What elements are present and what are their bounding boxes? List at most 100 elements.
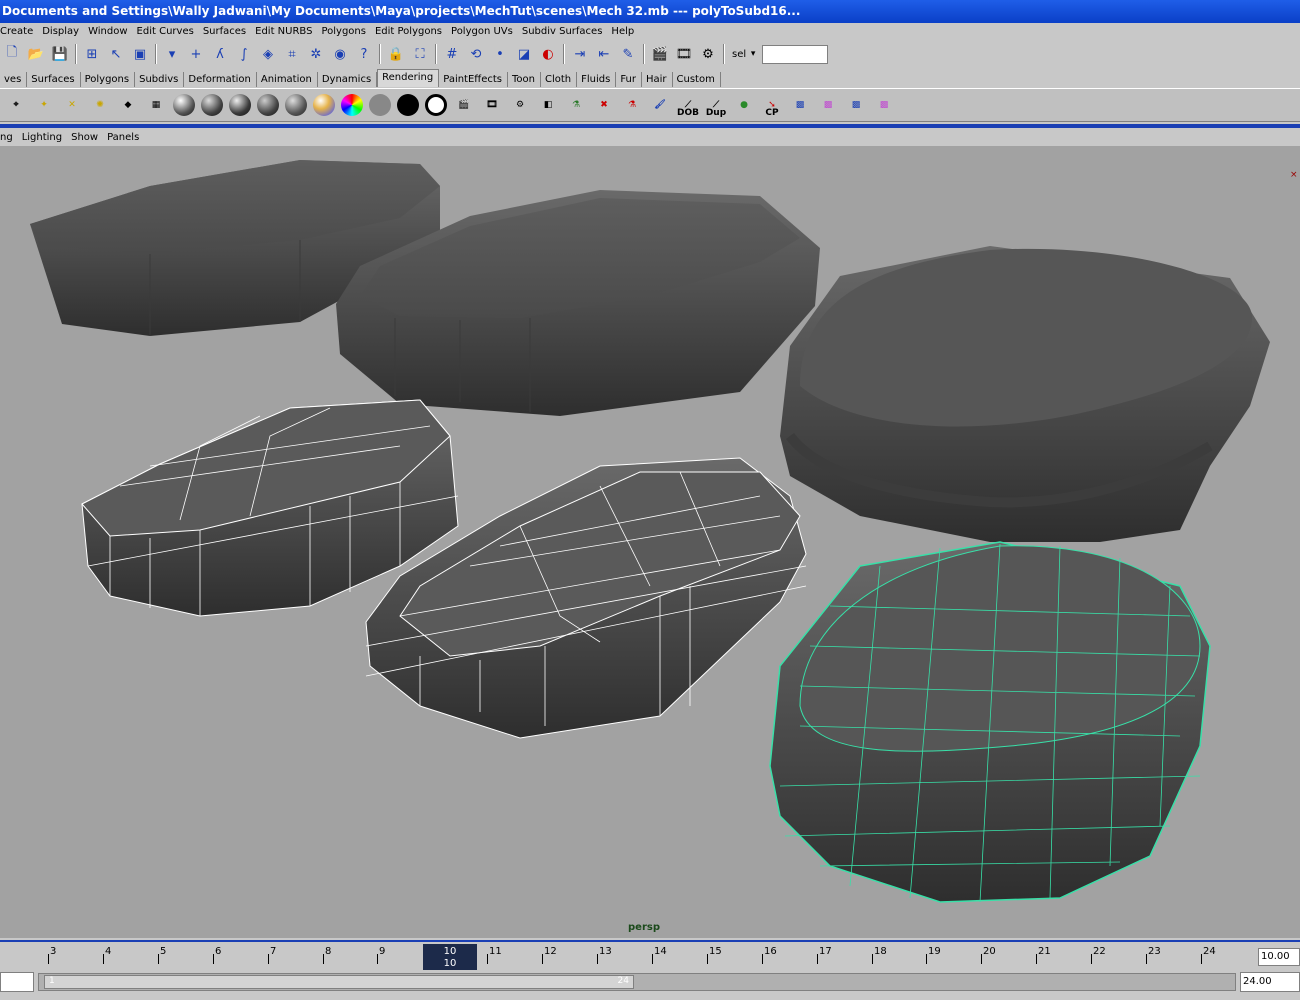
chevron-down-icon[interactable]: ▾ <box>748 44 758 64</box>
menu-edit-polygons[interactable]: Edit Polygons <box>375 26 447 37</box>
save-scene-icon[interactable]: 💾 <box>50 44 70 64</box>
shelf-tab-surfaces[interactable]: Surfaces <box>27 72 81 87</box>
layered-shader-icon[interactable] <box>423 92 449 118</box>
shelf-tab-animation[interactable]: Animation <box>257 72 318 87</box>
perspective-viewport[interactable]: × persp <box>0 146 1300 938</box>
panel-menu-shading[interactable]: ng <box>0 132 13 143</box>
menu-surfaces[interactable]: Surfaces <box>203 26 251 37</box>
ipr-icon[interactable]: 🎞 <box>479 92 505 118</box>
new-scene-icon[interactable]: 🗋 <box>2 44 22 64</box>
select-object-icon[interactable]: ↖ <box>106 44 126 64</box>
rainbow-shader-icon[interactable] <box>339 92 365 118</box>
ramp-material-icon[interactable] <box>311 92 337 118</box>
viewport-canvas[interactable] <box>0 146 1300 938</box>
render-settings-icon[interactable]: ⚙ <box>507 92 533 118</box>
range-handle[interactable]: 1 24 <box>44 975 634 989</box>
cp-icon[interactable]: ➘ CP <box>759 92 785 118</box>
render-icon[interactable]: 🎬 <box>451 92 477 118</box>
batch-render-icon[interactable]: ◧ <box>535 92 561 118</box>
snap-grid-icon[interactable]: # <box>442 44 462 64</box>
select-handles-icon[interactable]: + <box>186 44 206 64</box>
output-ops-icon[interactable]: ⇤ <box>594 44 614 64</box>
range-start-field[interactable] <box>0 972 34 992</box>
lambert-material-icon[interactable] <box>171 92 197 118</box>
current-frame-marker[interactable]: 10 10 <box>423 944 477 970</box>
render-globals-icon[interactable]: ⚙ <box>698 44 718 64</box>
make-live-icon[interactable]: ◐ <box>538 44 558 64</box>
select-surfaces-icon[interactable]: ◈ <box>258 44 278 64</box>
select-component-icon[interactable]: ▣ <box>130 44 150 64</box>
subdiv-mesh-green-wire[interactable] <box>769 541 1211 903</box>
current-time-field[interactable]: 10.00 <box>1258 948 1300 966</box>
shelf-tab-polygons[interactable]: Polygons <box>81 72 136 87</box>
mask-menu-icon[interactable]: ▾ <box>162 44 182 64</box>
smooth-mesh-1[interactable] <box>780 246 1270 542</box>
phong-material-icon[interactable] <box>227 92 253 118</box>
shelf-tab-dynamics[interactable]: Dynamics <box>318 72 378 87</box>
uv-cube-icon[interactable]: ▩ <box>815 92 841 118</box>
flask-icon[interactable]: ⚗ <box>563 92 589 118</box>
uv-planar-icon[interactable]: ▩ <box>843 92 869 118</box>
select-misc-icon[interactable]: ? <box>354 44 374 64</box>
uv-cube-2-icon[interactable]: ▩ <box>871 92 897 118</box>
open-scene-icon[interactable]: 📂 <box>26 44 46 64</box>
menu-subdiv-surfaces[interactable]: Subdiv Surfaces <box>522 26 608 37</box>
render-frame-icon[interactable]: 🎬 <box>650 44 670 64</box>
time-slider[interactable]: 3 4 5 6 7 8 9 11 12 13 14 15 16 17 18 19 20 21 22 23 24 10 1… <box>0 940 1300 970</box>
construction-history-icon[interactable]: ✎ <box>618 44 638 64</box>
menu-display[interactable]: Display <box>42 26 84 37</box>
select-deformations-icon[interactable]: ⌗ <box>282 44 302 64</box>
select-hierarchy-icon[interactable]: ⊞ <box>82 44 102 64</box>
menu-help[interactable]: Help <box>611 26 639 37</box>
lock-selection-icon[interactable]: 🔒 <box>386 44 406 64</box>
shelf-tab-curves[interactable]: ves <box>0 72 28 87</box>
delete-icon[interactable]: ✖ <box>591 92 617 118</box>
surface-shader-icon[interactable] <box>367 92 393 118</box>
shelf-tab-rendering[interactable]: Rendering <box>377 69 440 87</box>
shelf-tab-deformation[interactable]: Deformation <box>184 72 257 87</box>
snap-point-icon[interactable]: • <box>490 44 510 64</box>
snap-curve-icon[interactable]: ⟲ <box>466 44 486 64</box>
panel-menu-panels[interactable]: Panels <box>107 132 139 143</box>
shelf-tab-hair[interactable]: Hair <box>642 72 673 87</box>
snap-view-plane-icon[interactable]: ◪ <box>514 44 534 64</box>
hypershade-icon[interactable]: ▦ <box>143 92 169 118</box>
shelf-tab-custom[interactable]: Custom <box>673 72 721 87</box>
phonge-material-icon[interactable] <box>255 92 281 118</box>
uv-grid-icon[interactable]: ▩ <box>787 92 813 118</box>
shelf-tab-painteffects[interactable]: PaintEffects <box>439 72 508 87</box>
blinn-material-icon[interactable] <box>199 92 225 118</box>
panel-menu-show[interactable]: Show <box>71 132 98 143</box>
dob-icon[interactable]: ⟋ DOB <box>675 92 701 118</box>
shelf-tab-fur[interactable]: Fur <box>616 72 642 87</box>
spot-light-icon[interactable]: ✦ <box>31 92 57 118</box>
select-dynamics-icon[interactable]: ✲ <box>306 44 326 64</box>
anisotropic-material-icon[interactable] <box>283 92 309 118</box>
menu-edit-curves[interactable]: Edit Curves <box>137 26 199 37</box>
menu-window[interactable]: Window <box>88 26 132 37</box>
menu-polygons[interactable]: Polygons <box>321 26 371 37</box>
shelf-tab-toon[interactable]: Toon <box>508 72 541 87</box>
panel-menu-lighting[interactable]: Lighting <box>22 132 62 143</box>
volume-light-icon[interactable]: ◆ <box>115 92 141 118</box>
point-light-icon[interactable]: ✺ <box>87 92 113 118</box>
use-background-icon[interactable] <box>395 92 421 118</box>
dup-icon[interactable]: ⟋ Dup <box>703 92 729 118</box>
shelf-tab-cloth[interactable]: Cloth <box>541 72 578 87</box>
color-spheres-icon[interactable]: ● <box>731 92 757 118</box>
ipr-render-icon[interactable]: 🎞 <box>674 44 694 64</box>
select-curves-icon[interactable]: ∫ <box>234 44 254 64</box>
menu-polygon-uvs[interactable]: Polygon UVs <box>451 26 518 37</box>
input-ops-icon[interactable]: ⇥ <box>570 44 590 64</box>
quick-select-field[interactable] <box>762 44 829 64</box>
shelf-tab-subdivs[interactable]: Subdivs <box>135 72 185 87</box>
select-rendering-icon[interactable]: ◉ <box>330 44 350 64</box>
create-camera-icon[interactable]: ⌖ <box>3 92 29 118</box>
menu-edit-nurbs[interactable]: Edit NURBS <box>255 26 317 37</box>
flask-red-icon[interactable]: ⚗ <box>619 92 645 118</box>
area-light-icon[interactable]: ✕ <box>59 92 85 118</box>
highlight-selection-icon[interactable]: ⛶ <box>410 44 430 64</box>
range-end-field[interactable]: 24.00 <box>1240 972 1300 992</box>
menu-create[interactable]: Create <box>0 26 38 37</box>
select-joints-icon[interactable]: ʎ <box>210 44 230 64</box>
